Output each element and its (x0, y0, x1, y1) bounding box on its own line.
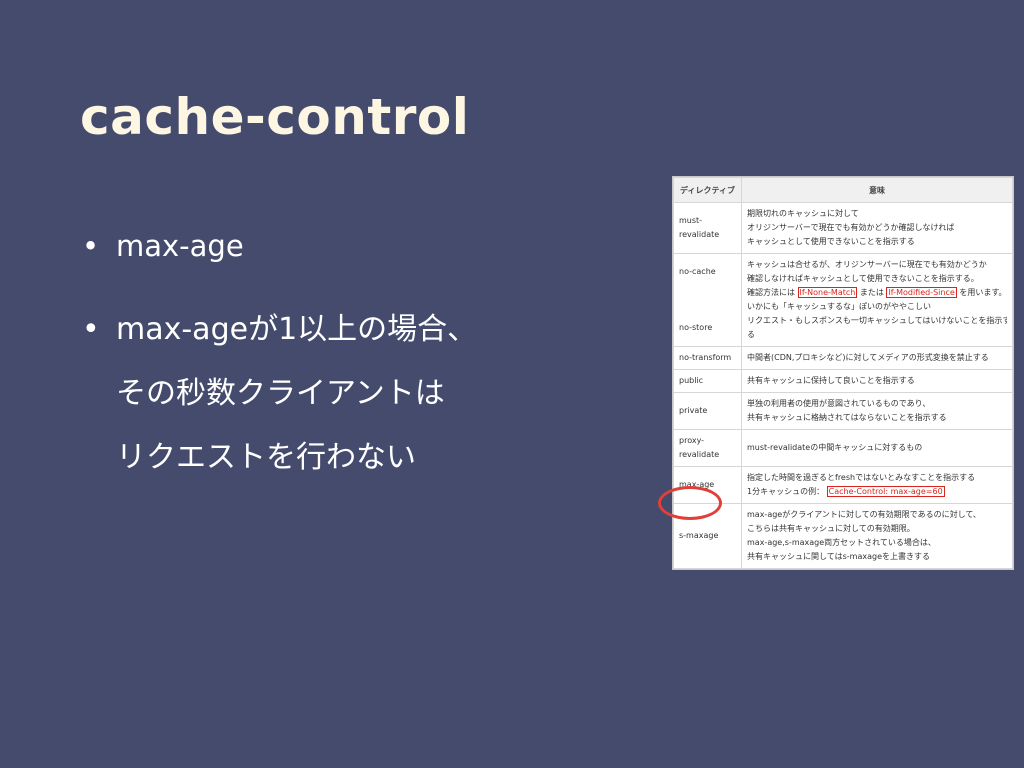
if-modified-since-highlight: If-Modified-Since (886, 287, 957, 298)
directive-cell: must-revalidate (673, 202, 742, 254)
description-cell: 期限切れのキャッシュに対して オリジンサーバーで現在でも有効かどうか確認しなけれ… (741, 202, 1013, 254)
description-line: キャッシュとして使用できないことを指示する (747, 237, 915, 246)
header-meaning: 意味 (741, 177, 1013, 203)
if-none-match-highlight: If-None-Match (797, 287, 858, 298)
description-line: 期限切れのキャッシュに対して (747, 209, 859, 218)
directive-cell: proxy-revalidate (673, 429, 742, 467)
directive-table: ディレクティブ 意味 must-revalidate 期限切れのキャッシュに対し… (673, 177, 1013, 569)
description-line: 単独の利用者の使用が意図されているものであり、 (747, 399, 931, 408)
description-line: いかにも「キャッシュするな」ぽいのがややこしい (747, 302, 931, 311)
directive-cell: no-cache no-store (673, 253, 742, 347)
description-line: 指定した時間を過ぎるとfreshではないとみなすことを指示する (747, 473, 976, 482)
directive-cell: private (673, 392, 742, 430)
description-cell: 指定した時間を過ぎるとfreshではないとみなすことを指示する 1分キャッシュの… (741, 466, 1013, 504)
table-row: no-transform 中間者(CDN,プロキシなど)に対してメディアの形式変… (673, 346, 1013, 370)
table-row: max-age 指定した時間を過ぎるとfreshではないとみなすことを指示する … (673, 466, 1013, 504)
bullet-list: max-age max-ageが1以上の場合、 その秒数クライアントは リクエス… (82, 228, 622, 538)
description-line: 確認しなければキャッシュとして使用できないことを指示する。 (747, 274, 979, 283)
description-line: 共有キャッシュに格納されてはならないことを指示する (747, 413, 947, 422)
description-cell: キャッシュは合せるが、オリジンサーバーに現在でも有効かどうか 確認しなければキャ… (741, 253, 1013, 347)
description-line: 1分キャッシュの例： Cache-Control: max-age=60 (747, 486, 945, 497)
table-row: proxy-revalidate must-revalidateの中間キャッシュ… (673, 429, 1013, 467)
description-line: オリジンサーバーで現在でも有効かどうか確認しなければ (747, 223, 955, 232)
description-cell: 共有キャッシュに保持して良いことを指示する (741, 369, 1013, 393)
directive-label: no-cache (679, 267, 716, 276)
description-cell: 中間者(CDN,プロキシなど)に対してメディアの形式変換を禁止する (741, 346, 1013, 370)
description-cell: must-revalidateの中間キャッシュに対するもの (741, 429, 1013, 467)
description-line: リクエスト・もしスポンスも一切キャッシュしてはいけないことを指示す (747, 316, 1007, 325)
table-row: private 単独の利用者の使用が意図されているものであり、 共有キャッシュに… (673, 392, 1013, 430)
bullet-max-age-description: max-ageが1以上の場合、 その秒数クライアントは リクエストを行わない (82, 298, 622, 490)
table-row: s-maxage max-ageがクライアントに対しての有効期限であるのに対して… (673, 503, 1013, 569)
description-line: る (747, 330, 755, 339)
table-header-row: ディレクティブ 意味 (673, 177, 1013, 203)
directive-cell: no-transform (673, 346, 742, 370)
description-line: 確認方法には If-None-Match または If-Modified-Sin… (747, 287, 1007, 298)
directive-cell: max-age (673, 466, 742, 504)
description-line: 共有キャッシュに関してはs-maxageを上書きする (747, 552, 930, 561)
description-line: must-revalidateの中間キャッシュに対するもの (747, 443, 923, 452)
description-line: 中間者(CDN,プロキシなど)に対してメディアの形式変換を禁止する (747, 353, 989, 362)
bullet-line: max-ageが1以上の場合、 (116, 312, 478, 347)
description-line: max-ageがクライアントに対しての有効期限であるのに対して、 (747, 510, 981, 519)
table-row: no-cache no-store キャッシュは合せるが、オリジンサーバーに現在… (673, 253, 1013, 347)
bullet-line: その秒数クライアントは (116, 376, 445, 411)
directive-label: no-store (679, 323, 713, 332)
table-row: public 共有キャッシュに保持して良いことを指示する (673, 369, 1013, 393)
description-line: こちらは共有キャッシュに対しての有効期限。 (747, 524, 915, 533)
description-cell: max-ageがクライアントに対しての有効期限であるのに対して、 こちらは共有キ… (741, 503, 1013, 569)
description-cell: 単独の利用者の使用が意図されているものであり、 共有キャッシュに格納されてはなら… (741, 392, 1013, 430)
directive-table-screenshot: ディレクティブ 意味 must-revalidate 期限切れのキャッシュに対し… (672, 176, 1014, 570)
directive-cell: s-maxage (673, 503, 742, 569)
cache-control-example-highlight: Cache-Control: max-age=60 (826, 486, 945, 497)
table-row: must-revalidate 期限切れのキャッシュに対して オリジンサーバーで… (673, 202, 1013, 254)
description-line: 共有キャッシュに保持して良いことを指示する (747, 376, 915, 385)
directive-cell: public (673, 369, 742, 393)
bullet-line: リクエストを行わない (116, 440, 416, 475)
header-directive: ディレクティブ (673, 177, 742, 203)
description-line: キャッシュは合せるが、オリジンサーバーに現在でも有効かどうか (747, 260, 987, 269)
slide-title: cache-control (80, 88, 470, 146)
description-line: max-age,s-maxage両方セットされている場合は、 (747, 538, 936, 547)
bullet-max-age: max-age (82, 228, 622, 264)
